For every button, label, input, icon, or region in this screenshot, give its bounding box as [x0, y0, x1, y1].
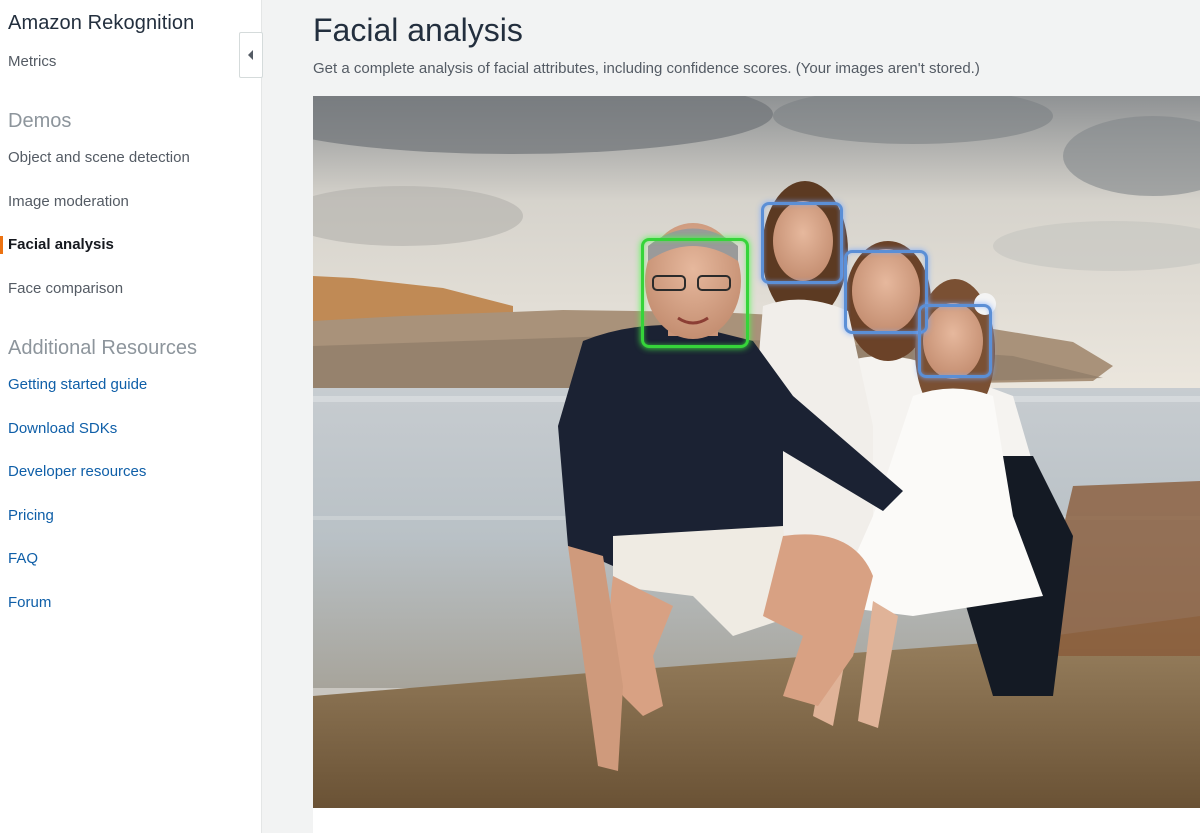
sidebar-item-image-moderation[interactable]: Image moderation [8, 193, 129, 210]
sidebar-item-face-comparison[interactable]: Face comparison [8, 280, 123, 297]
sidebar-item-faq[interactable]: FAQ [8, 550, 38, 567]
sidebar-title[interactable]: Amazon Rekognition [8, 12, 194, 35]
face-box[interactable] [761, 202, 843, 284]
sidebar-item-forum[interactable]: Forum [8, 594, 51, 611]
sidebar-heading-demos: Demos [8, 110, 72, 132]
chevron-left-icon [248, 50, 253, 60]
sidebar-item-getting-started-guide[interactable]: Getting started guide [8, 376, 147, 393]
app-window: Amazon Rekognition Metrics Demos Object … [0, 0, 1200, 833]
sidebar-collapse-button[interactable] [239, 32, 263, 78]
face-box[interactable] [844, 250, 928, 334]
sidebar-item-developer-resources[interactable]: Developer resources [8, 463, 146, 480]
face-box[interactable] [918, 304, 992, 378]
family-beach-photo [313, 96, 1200, 808]
sidebar-item-download-sdks[interactable]: Download SDKs [8, 420, 117, 437]
sidebar-item-metrics[interactable]: Metrics [8, 53, 56, 70]
sidebar-item-pricing[interactable]: Pricing [8, 507, 54, 524]
face-box-selected[interactable] [641, 238, 749, 348]
sidebar-item-facial-analysis[interactable]: Facial analysis [8, 236, 114, 253]
analyzed-photo [313, 96, 1200, 808]
sidebar: Amazon Rekognition Metrics Demos Object … [0, 0, 262, 833]
results-panel [313, 808, 1200, 833]
page-subtitle: Get a complete analysis of facial attrib… [313, 60, 980, 77]
sidebar-item-object-scene-detection[interactable]: Object and scene detection [8, 149, 190, 166]
active-indicator [0, 236, 3, 254]
page-title: Facial analysis [313, 12, 523, 48]
sidebar-heading-additional-resources: Additional Resources [8, 337, 197, 359]
main-content: Facial analysis Get a complete analysis … [263, 0, 1200, 833]
